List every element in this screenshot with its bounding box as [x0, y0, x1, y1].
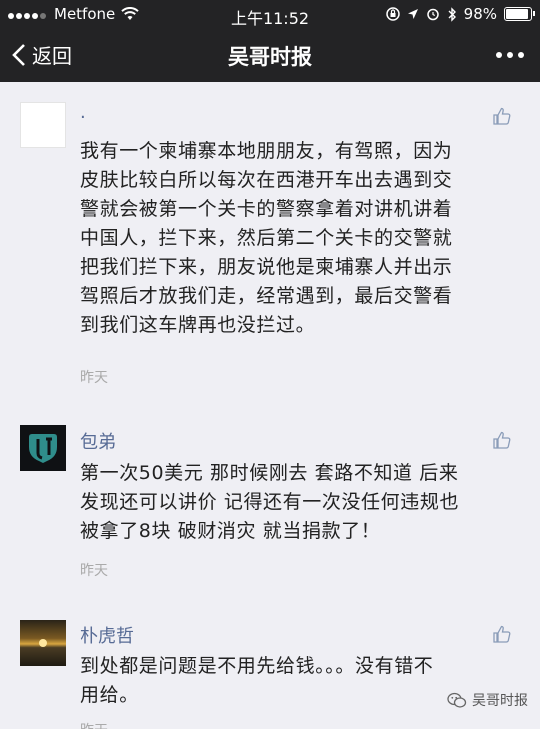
comment-line: 被拿了8块 破财消灾 就当捐款了！	[80, 520, 381, 542]
comment-line: 驾照后才放我们走，经常遇到，最后交警看	[80, 285, 453, 307]
comment-author[interactable]: .	[80, 102, 86, 123]
comment-author[interactable]: 包弟	[80, 428, 116, 454]
comment-line: 第一次50美元 那时候刚去 套路不知道 后来	[80, 462, 459, 484]
comment-line: 把我们拦下来，朋友说他是柬埔寨人并出示	[80, 256, 453, 278]
thumbs-up-icon[interactable]	[492, 430, 512, 450]
comment-text: 我有一个柬埔寨本地朋朋友，有驾照，因为 皮肤比较白所以每次在西港开车出去遇到交 …	[80, 137, 530, 340]
watermark: 吴哥时报	[447, 690, 528, 710]
wechat-icon	[447, 692, 467, 708]
comment-text: 第一次50美元 那时候刚去 套路不知道 后来 发现还可以讲价 记得还有一次没任何…	[80, 459, 530, 546]
comment-line: 警就会被第一个关卡的警察拿着对讲机讲着	[80, 198, 453, 220]
comment-line: 皮肤比较白所以每次在西港开车出去遇到交	[80, 169, 453, 191]
comment-line: 发现还可以讲价 记得还有一次没任何违规也	[80, 491, 460, 513]
location-icon	[407, 9, 418, 19]
battery-icon	[504, 7, 535, 21]
comment-line: 到我们这车牌再也没拦过。	[80, 314, 316, 336]
comment-line: 中国人，拦下来，然后第二个关卡的交警就	[80, 227, 453, 249]
thumbs-up-icon[interactable]	[492, 624, 512, 644]
avatar-sun-icon	[39, 639, 47, 647]
more-dot	[496, 52, 502, 58]
rotation-lock-icon	[385, 7, 400, 21]
comment-time: 昨天	[80, 563, 108, 579]
avatar[interactable]	[20, 620, 66, 666]
nav-bar: 返回 吴哥时报	[0, 28, 540, 82]
more-button[interactable]	[496, 52, 524, 58]
battery-percent: 98%	[463, 5, 497, 23]
avatar[interactable]	[20, 425, 66, 471]
more-dot	[507, 52, 513, 58]
comment-line: 我有一个柬埔寨本地朋朋友，有驾照，因为	[80, 140, 453, 162]
more-dot	[518, 52, 524, 58]
page-title: 吴哥时报	[228, 45, 312, 69]
avatar-logo-icon	[29, 434, 57, 463]
battery-fill	[506, 9, 528, 19]
alarm-icon	[426, 8, 439, 21]
comment-author[interactable]: 朴虎哲	[80, 622, 134, 648]
comment-line: 到处都是问题是不用先给钱。。。没有错不	[80, 655, 434, 677]
comment-time: 昨天	[80, 720, 108, 729]
status-bar: Metfone 上午11:52 98%	[0, 0, 540, 28]
watermark-text: 吴哥时报	[472, 693, 528, 709]
thumbs-up-icon[interactable]	[492, 106, 512, 126]
comment-time: 昨天	[80, 370, 108, 386]
bluetooth-icon	[448, 6, 456, 22]
avatar[interactable]	[20, 102, 66, 148]
status-right: 98%	[385, 5, 535, 23]
